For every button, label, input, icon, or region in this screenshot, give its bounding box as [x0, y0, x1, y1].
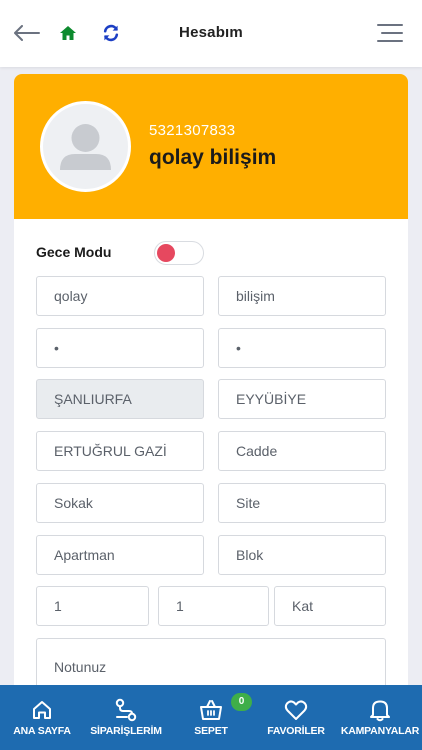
nav-favorites-label: FAVORİLER — [267, 725, 325, 737]
last-name-input[interactable]: bilişim — [218, 276, 386, 316]
building-number-input[interactable]: 1 — [36, 586, 149, 626]
nav-cart[interactable]: SEPET 0 — [168, 685, 254, 750]
toggle-knob — [157, 244, 175, 262]
account-card: 5321307833 qolay bilişim Gece Modu qolay… — [14, 74, 408, 694]
bottom-nav: ANA SAYFA SİPARİŞLERİM SEPET 0 FAVORİLER… — [0, 685, 422, 750]
alley-input[interactable]: Sokak — [36, 483, 204, 523]
nav-home-label: ANA SAYFA — [13, 725, 71, 737]
hamburger-menu-icon — [377, 24, 403, 42]
apartment-input[interactable]: Apartman — [36, 535, 204, 575]
first-name-input[interactable]: qolay — [36, 276, 204, 316]
nav-cart-label: SEPET — [194, 725, 228, 737]
profile-name: qolay bilişim — [149, 146, 277, 169]
home-icon — [33, 701, 51, 719]
nav-home[interactable]: ANA SAYFA — [0, 685, 84, 750]
neighborhood-select[interactable]: ERTUĞRUL GAZİ — [36, 431, 204, 471]
site-input[interactable]: Site — [218, 483, 386, 523]
night-mode-toggle[interactable] — [154, 241, 204, 265]
input-field-4[interactable]: • — [218, 328, 386, 368]
night-mode-label: Gece Modu — [36, 244, 112, 260]
page-title: Hesabım — [179, 24, 243, 41]
nav-orders-label: SİPARİŞLERİM — [90, 725, 162, 737]
floor-input[interactable]: Kat — [274, 586, 386, 626]
top-bar: Hesabım — [0, 0, 422, 67]
door-number-input[interactable]: 1 — [158, 586, 269, 626]
block-input[interactable]: Blok — [218, 535, 386, 575]
route-icon — [115, 698, 137, 722]
district-select[interactable]: EYYÜBİYE — [218, 379, 386, 419]
nav-campaigns-label: KAMPANYALAR — [340, 725, 420, 737]
profile-header: 5321307833 qolay bilişim — [14, 74, 408, 219]
street-input[interactable]: Cadde — [218, 431, 386, 471]
basket-icon — [200, 700, 222, 720]
cart-count-badge: 0 — [231, 693, 252, 711]
profile-phone: 5321307833 — [149, 122, 236, 139]
nav-favorites[interactable]: FAVORİLER — [254, 685, 338, 750]
menu-button[interactable] — [375, 18, 405, 48]
nav-orders[interactable]: SİPARİŞLERİM — [84, 685, 168, 750]
input-field-3[interactable]: • — [36, 328, 204, 368]
bell-icon — [370, 700, 390, 722]
heart-icon — [284, 700, 308, 720]
nav-campaigns[interactable]: KAMPANYALAR — [338, 685, 422, 750]
city-select[interactable]: ŞANLIURFA — [36, 379, 204, 419]
user-placeholder-icon — [60, 124, 111, 170]
avatar[interactable] — [40, 101, 131, 192]
